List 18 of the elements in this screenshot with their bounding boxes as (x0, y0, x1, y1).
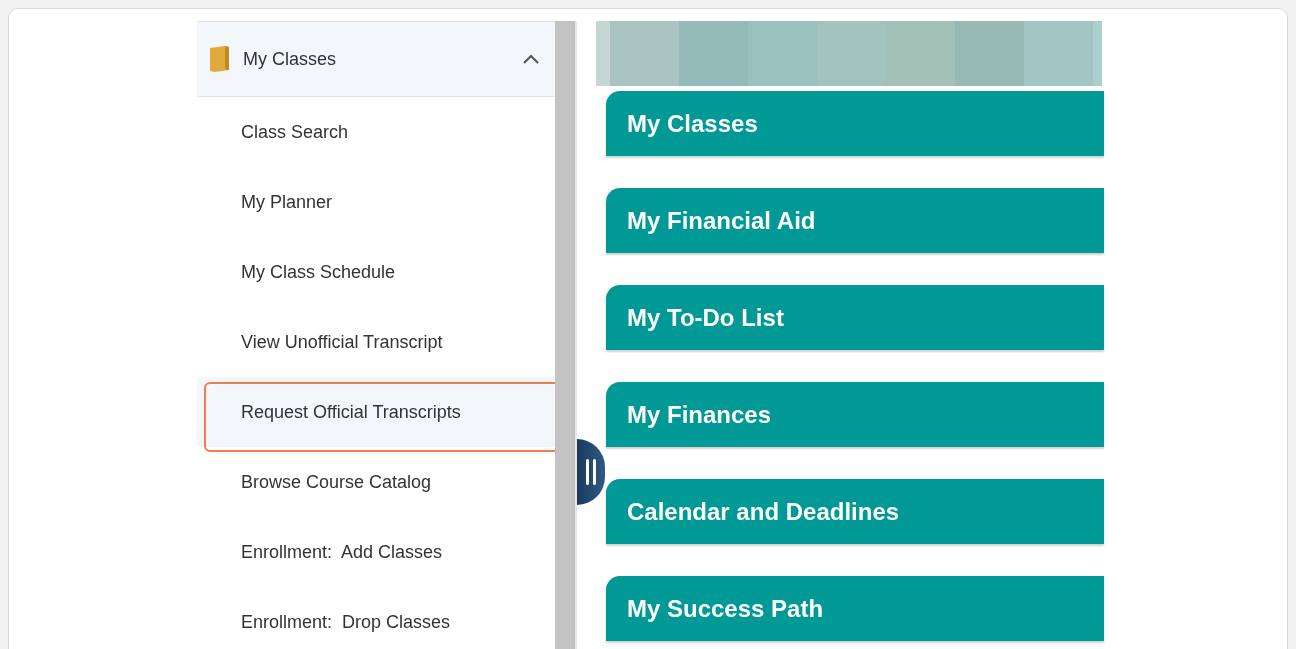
menu-item[interactable]: Class Search (197, 97, 555, 167)
menu-item[interactable]: Enrollment: Drop Classes (197, 587, 555, 649)
book-icon (207, 45, 231, 73)
menu-title: My Classes (243, 48, 337, 70)
section-tile[interactable]: My Finances (606, 382, 1104, 447)
section-tile[interactable]: My Success Path (606, 576, 1104, 641)
section-tile[interactable]: Calendar and Deadlines (606, 479, 1104, 544)
menu-item[interactable]: Enrollment: Add Classes (197, 517, 555, 587)
menu-item[interactable]: My Planner (197, 167, 555, 237)
section-tile[interactable]: My Financial Aid (606, 188, 1104, 253)
chevron-up-icon (523, 54, 539, 64)
menu-header[interactable]: My Classes (197, 21, 555, 97)
menu-item[interactable]: Browse Course Catalog (197, 447, 555, 517)
section-tile[interactable]: My To-Do List (606, 285, 1104, 350)
section-tile[interactable]: My Classes (606, 91, 1104, 156)
menu-item[interactable]: My Class Schedule (197, 237, 555, 307)
menu-item[interactable]: View Unofficial Transcript (197, 307, 555, 377)
resize-handle[interactable] (577, 439, 605, 505)
